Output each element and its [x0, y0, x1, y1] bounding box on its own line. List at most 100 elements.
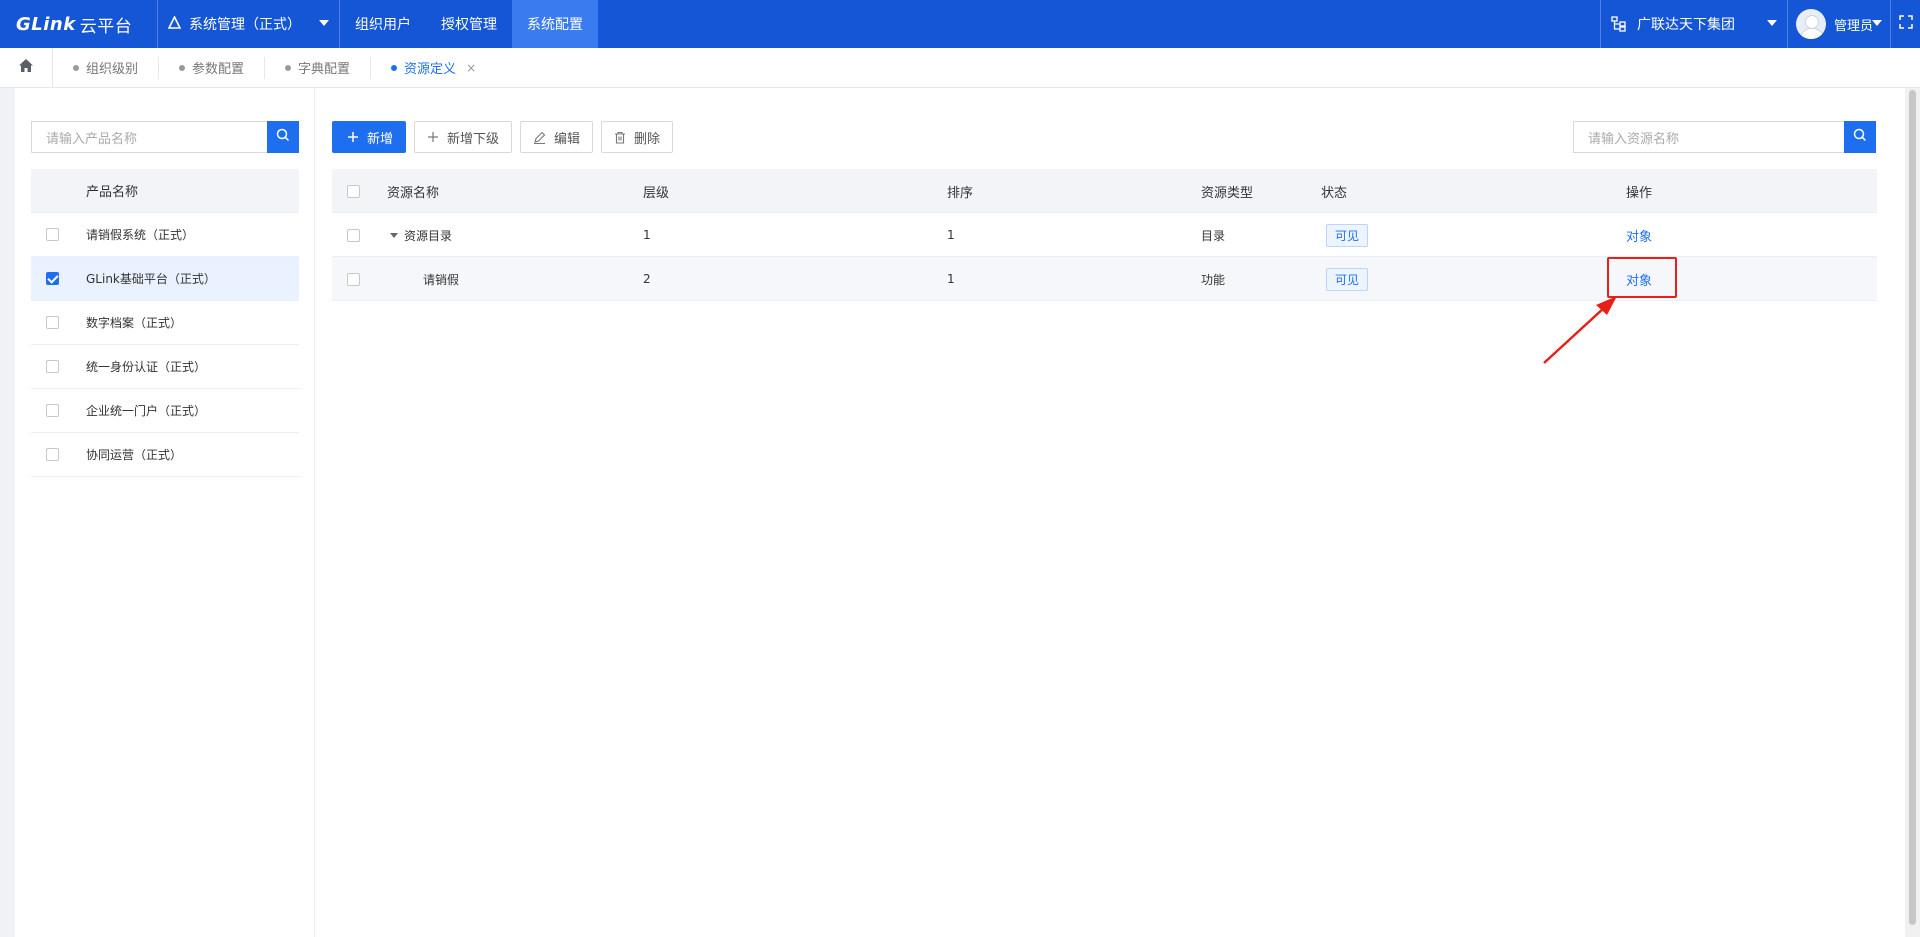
org-select-label: 广联达天下集团 [1637, 17, 1735, 33]
product-row[interactable]: 统一身份认证（正式） [31, 345, 299, 389]
system-select[interactable]: 系统管理（正式） [157, 0, 340, 48]
add-child-button[interactable]: 新增下级 [414, 121, 513, 153]
tab-dict-config[interactable]: 字典配置 [265, 56, 372, 79]
type-cell: 功能 [1201, 272, 1226, 287]
plus-icon [427, 131, 439, 143]
type-cell: 目录 [1201, 228, 1226, 243]
product-table: 产品名称 请销假系统（正式） GLink基础平台（正式） 数字档案（正式） 统一… [31, 169, 299, 477]
column-header: 产品名称 [86, 185, 139, 200]
select-all[interactable] [347, 169, 360, 213]
product-table-header: 产品名称 [31, 169, 299, 213]
nav-system-config[interactable]: 系统配置 [512, 0, 598, 48]
product-row[interactable]: 数字档案（正式） [31, 301, 299, 345]
chevron-down-icon [319, 20, 329, 26]
status-badge: 可见 [1326, 223, 1369, 247]
fullscreen-button[interactable] [1890, 0, 1920, 48]
page-scrollbar[interactable] [1905, 88, 1920, 937]
resource-panel: 新增 新增下级 编辑 删除 请输入资源名称 资源名称 层级 排序 资源类型 状态… [332, 88, 1892, 937]
chevron-down-icon [1872, 20, 1882, 26]
annotation-highlight-box [1607, 257, 1677, 298]
select-all-checkbox[interactable] [347, 184, 360, 198]
product-name: 企业统一门户（正式） [86, 404, 207, 418]
product-name: 数字档案（正式） [86, 316, 183, 330]
edit-button-label: 编辑 [554, 131, 581, 147]
tab-dot [73, 64, 79, 71]
product-search-input[interactable]: 请输入产品名称 [31, 121, 267, 153]
product-name: GLink基础平台（正式） [86, 272, 216, 286]
row-checkbox[interactable] [46, 316, 59, 329]
avatar [1796, 9, 1826, 39]
home-icon [18, 58, 34, 77]
row-checkbox-cell[interactable] [347, 213, 360, 257]
edit-button[interactable]: 编辑 [520, 121, 594, 153]
top-spacer [598, 0, 1600, 48]
resource-search-input[interactable]: 请输入资源名称 [1573, 121, 1844, 153]
nav-org-users[interactable]: 组织用户 [340, 0, 426, 48]
tab-dot [391, 64, 398, 71]
logo-cn: 云平台 [79, 16, 133, 37]
expand-caret-icon[interactable] [390, 232, 398, 238]
row-checkbox[interactable] [46, 272, 59, 285]
tab-label: 组织级别 [86, 62, 139, 77]
column-header: 操作 [1626, 185, 1653, 201]
product-search-button[interactable] [267, 121, 299, 153]
scrollbar-thumb[interactable] [1909, 90, 1916, 925]
row-checkbox[interactable] [46, 228, 59, 241]
delete-button[interactable]: 删除 [601, 121, 674, 153]
status-cell: 可见 [1326, 213, 1369, 257]
column-header: 层级 [643, 185, 670, 201]
row-checkbox[interactable] [46, 448, 59, 461]
product-name: 统一身份认证（正式） [86, 360, 207, 374]
add-button[interactable]: 新增 [332, 121, 407, 153]
level-cell: 1 [643, 228, 651, 242]
action-cell: 对象 [1626, 213, 1652, 257]
tab-label: 字典配置 [298, 62, 351, 77]
app-logo[interactable]: GLink 云平台 [0, 0, 157, 48]
product-row[interactable]: 企业统一门户（正式） [31, 389, 299, 433]
resource-name: 请销假 [423, 272, 460, 287]
user-name: 管理员 [1834, 18, 1874, 34]
pencil-icon [533, 131, 546, 144]
top-bar: GLink 云平台 系统管理（正式） 组织用户 授权管理 系统配置 广联达天下集… [0, 0, 1920, 48]
column-header: 状态 [1321, 185, 1348, 201]
fullscreen-icon [1898, 15, 1913, 33]
resource-name-cell: 资源目录 [390, 213, 452, 257]
nav-auth-management[interactable]: 授权管理 [426, 0, 512, 48]
status-badge: 可见 [1326, 267, 1369, 291]
product-panel: 请输入产品名称 产品名称 请销假系统（正式） GLink基础平台（正式） 数字档… [15, 88, 315, 937]
product-row[interactable]: 请销假系统（正式） [31, 213, 299, 257]
org-tree-icon [1611, 16, 1627, 32]
product-row[interactable]: GLink基础平台（正式） [31, 257, 299, 301]
toolbar: 新增 新增下级 编辑 删除 [332, 121, 681, 153]
row-checkbox[interactable] [46, 360, 59, 373]
resource-search: 请输入资源名称 [1573, 121, 1876, 153]
status-cell: 可见 [1326, 257, 1369, 301]
object-link[interactable]: 对象 [1626, 226, 1652, 245]
tabs-bar: 组织级别 参数配置 字典配置 资源定义 × [0, 47, 1920, 88]
level-cell: 2 [643, 272, 651, 286]
search-icon [276, 128, 290, 146]
org-select[interactable]: 广联达天下集团 [1600, 0, 1787, 48]
main-content: 请输入产品名称 产品名称 请销假系统（正式） GLink基础平台（正式） 数字档… [15, 88, 1905, 937]
column-header: 资源名称 [387, 185, 440, 201]
delete-button-label: 删除 [634, 131, 661, 147]
home-tab[interactable] [0, 47, 53, 88]
tab-dot [179, 64, 186, 71]
row-checkbox[interactable] [46, 404, 59, 417]
tab-param-config[interactable]: 参数配置 [159, 56, 266, 79]
tab-org-level[interactable]: 组织级别 [53, 56, 160, 79]
row-checkbox[interactable] [347, 272, 360, 286]
row-checkbox[interactable] [347, 228, 360, 242]
product-search: 请输入产品名称 [31, 121, 299, 153]
product-row[interactable]: 协同运营（正式） [31, 433, 299, 477]
resource-search-button[interactable] [1844, 121, 1876, 153]
tab-label: 参数配置 [192, 62, 245, 77]
system-icon [167, 15, 182, 33]
column-header: 资源类型 [1201, 185, 1254, 201]
user-menu[interactable]: 管理员 [1787, 0, 1890, 48]
table-row[interactable]: 资源目录 1 1 目录 可见 对象 [332, 213, 1877, 257]
tab-resource-definition[interactable]: 资源定义 × [371, 57, 496, 79]
row-checkbox-cell[interactable] [347, 257, 360, 301]
close-icon[interactable]: × [466, 61, 476, 75]
product-name: 请销假系统（正式） [86, 228, 195, 242]
